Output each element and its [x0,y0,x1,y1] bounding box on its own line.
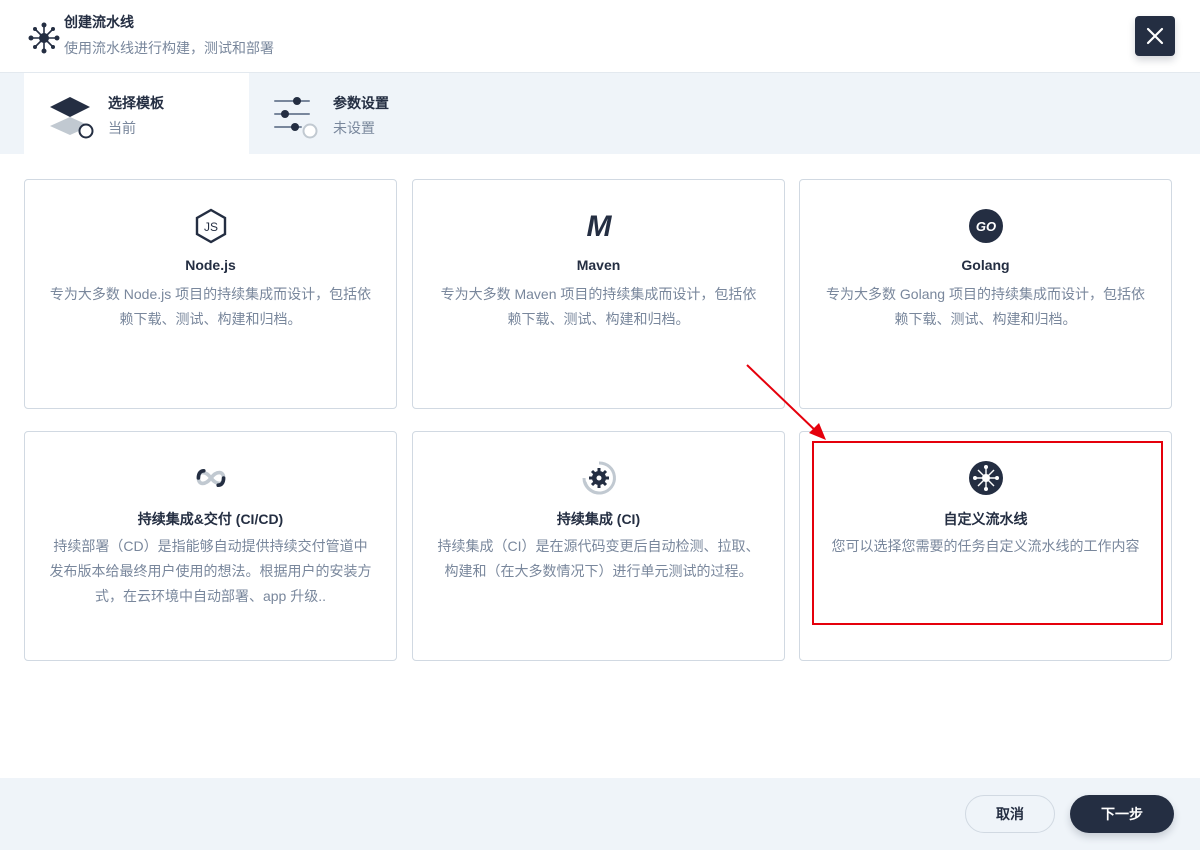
template-card-cicd[interactable]: 持续集成&交付 (CI/CD) 持续部署（CD）是指能够自动提供持续交付管道中发… [24,431,397,661]
template-card-maven[interactable]: M Maven 专为大多数 Maven 项目的持续集成而设计，包括依赖下载、测试… [412,179,785,409]
template-card-nodejs[interactable]: JS Node.js 专为大多数 Node.js 项目的持续集成而设计，包括依赖… [24,179,397,409]
template-card-custom[interactable]: 自定义流水线 您可以选择您需要的任务自定义流水线的工作内容 [799,431,1172,661]
template-title: 自定义流水线 [943,511,1028,527]
ci-gear-icon [581,460,617,496]
dialog-subtitle: 使用流水线进行构建，测试和部署 [64,40,274,56]
template-description: 您可以选择您需要的任务自定义流水线的工作内容 [831,538,1140,554]
template-description: 持续集成（CI）是在源代码变更后自动检测、拉取、构建和（在大多数情况下）进行单元… [437,538,760,579]
template-description: 专为大多数 Maven 项目的持续集成而设计，包括依赖下载、测试、构建和归档。 [440,286,757,327]
dialog-header: 创建流水线 使用流水线进行构建，测试和部署 [0,0,1200,73]
template-description: 持续部署（CD）是指能够自动提供持续交付管道中发布版本给最终用户使用的想法。根据… [49,538,372,604]
template-title: Node.js [185,257,236,273]
layers-icon [50,97,94,139]
svg-text:JS: JS [203,220,217,234]
template-title: Golang [961,257,1010,273]
sliders-icon [274,97,318,139]
step-state: 未设置 [333,120,375,136]
cancel-button[interactable]: 取消 [965,795,1055,833]
template-title: 持续集成&交付 (CI/CD) [137,511,284,527]
step-select-template[interactable]: 选择模板 当前 [24,73,249,154]
close-button[interactable] [1135,16,1175,56]
template-title: Maven [576,257,621,273]
dialog-title: 创建流水线 [64,14,134,30]
close-icon [1146,27,1164,45]
custom-pipeline-icon [968,460,1004,496]
steps-bar: 选择模板 当前 参数设置 未设置 [0,73,1200,154]
svg-text:M: M [586,210,612,243]
step-state: 当前 [108,120,136,136]
next-step-button[interactable]: 下一步 [1070,795,1174,833]
template-card-ci[interactable]: 持续集成 (CI) 持续集成（CI）是在源代码变更后自动检测、拉取、构建和（在大… [412,431,785,661]
template-title: 持续集成 (CI) [556,511,641,527]
template-description: 专为大多数 Node.js 项目的持续集成而设计，包括依赖下载、测试、构建和归档… [49,286,372,327]
svg-text:GO: GO [975,219,995,234]
template-description: 专为大多数 Golang 项目的持续集成而设计，包括依赖下载、测试、构建和归档。 [826,286,1145,327]
golang-icon: GO [968,208,1004,244]
template-card-golang[interactable]: GO Golang 专为大多数 Golang 项目的持续集成而设计，包括依赖下载… [799,179,1172,409]
step-label: 选择模板 [108,95,164,111]
step-parameter-settings[interactable]: 参数设置 未设置 [249,73,474,154]
maven-icon: M [581,208,617,244]
step-label: 参数设置 [333,95,389,111]
nodejs-icon: JS [193,208,229,244]
cicd-infinity-icon [193,460,229,496]
pipeline-logo-icon [28,22,60,54]
